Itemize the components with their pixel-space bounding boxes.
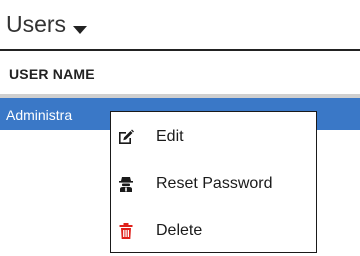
page-title: Users [6, 11, 67, 37]
cell-user-name: Administra [6, 107, 73, 123]
menu-item-reset-password[interactable]: Reset Password [111, 167, 316, 201]
trash-icon [117, 222, 135, 240]
menu-item-edit[interactable]: Edit [111, 120, 316, 154]
menu-item-label: Reset Password [156, 175, 273, 192]
caret-down-icon [72, 22, 88, 34]
users-dropdown[interactable]: Users [6, 11, 88, 38]
menu-item-label: Delete [156, 222, 203, 239]
header-divider [0, 49, 360, 51]
spy-icon [117, 175, 135, 193]
column-header-user-name[interactable]: USER NAME [9, 66, 95, 82]
context-menu: Edit Reset Password Delete [110, 111, 317, 253]
menu-item-label: Edit [156, 128, 184, 145]
users-page: Users USER NAME Administra Edit Reset Pa… [0, 0, 360, 256]
menu-item-delete[interactable]: Delete [111, 214, 316, 248]
edit-icon [117, 128, 135, 146]
